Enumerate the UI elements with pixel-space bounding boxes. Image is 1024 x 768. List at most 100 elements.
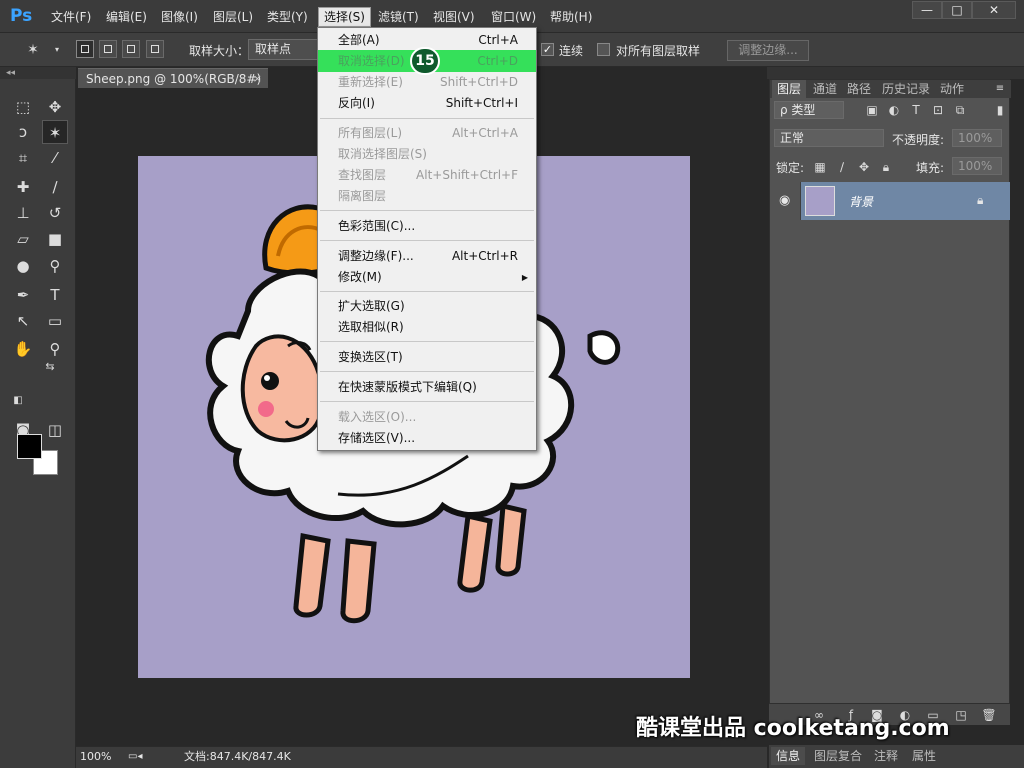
fill-input[interactable]: 100% bbox=[952, 157, 1002, 175]
menu-filter[interactable]: 滤镜(T) bbox=[373, 8, 424, 26]
submenu-arrow-icon: ▶ bbox=[521, 273, 528, 282]
intersect-selection-mode-button[interactable] bbox=[146, 40, 164, 58]
brush-tool-icon[interactable]: ∕ bbox=[42, 175, 68, 199]
foreground-color-swatch[interactable] bbox=[17, 434, 42, 459]
history-brush-tool-icon[interactable]: ↺ bbox=[42, 201, 68, 225]
tool-preset-chevron-icon[interactable]: ▾ bbox=[48, 41, 66, 59]
zoom-tool-icon[interactable]: ⚲ bbox=[42, 337, 68, 361]
tab-info[interactable]: 信息 bbox=[771, 747, 806, 765]
delete-layer-icon[interactable]: 🗑︎ bbox=[981, 707, 997, 723]
filter-adjustment-icon[interactable]: ◐ bbox=[886, 102, 902, 118]
pen-tool-icon[interactable]: ✒ bbox=[10, 283, 36, 307]
document-size-info[interactable]: 文档:847.4K/847.4K bbox=[184, 747, 291, 767]
swap-colors-icon[interactable]: ⇆ bbox=[42, 359, 58, 375]
menu-item-color-range[interactable]: 色彩范围(C)... bbox=[318, 216, 536, 237]
menu-item-grow[interactable]: 扩大选取(G) bbox=[318, 296, 536, 317]
menu-item-isolate-layers[interactable]: 隔离图层 bbox=[318, 186, 536, 207]
menu-item-find-layers[interactable]: 查找图层 Alt+Shift+Ctrl+F bbox=[318, 165, 536, 186]
menu-select[interactable]: 选择(S) bbox=[318, 7, 371, 27]
add-selection-mode-button[interactable] bbox=[99, 40, 117, 58]
subtract-selection-mode-button[interactable] bbox=[122, 40, 140, 58]
menu-type[interactable]: 类型(Y) bbox=[262, 8, 313, 26]
menu-item-all-layers[interactable]: 所有图层(L) Alt+Ctrl+A bbox=[318, 123, 536, 144]
maximize-button[interactable]: □ bbox=[942, 1, 972, 19]
lock-transparent-icon[interactable]: ▦ bbox=[812, 159, 828, 175]
tab-paths[interactable]: 路径 bbox=[842, 80, 876, 98]
new-layer-icon[interactable]: ◳ bbox=[953, 707, 969, 723]
menu-item-save-selection[interactable]: 存储选区(V)... bbox=[318, 428, 536, 449]
menu-help[interactable]: 帮助(H) bbox=[545, 8, 597, 26]
menu-window[interactable]: 窗口(W) bbox=[486, 8, 541, 26]
filter-smart-object-icon[interactable]: ⧉ bbox=[952, 102, 968, 118]
filter-shape-icon[interactable]: ⊡ bbox=[930, 102, 946, 118]
tab-history[interactable]: 历史记录 bbox=[877, 80, 935, 98]
toolbar-collapse-icon[interactable]: ◂◂ bbox=[0, 67, 76, 79]
menu-item-load-selection[interactable]: 载入选区(O)... bbox=[318, 407, 536, 428]
lock-image-icon[interactable]: ∕ bbox=[834, 159, 850, 175]
new-selection-mode-button[interactable] bbox=[76, 40, 94, 58]
panel-collapse-bar[interactable] bbox=[767, 67, 1024, 79]
tab-channels[interactable]: 通道 bbox=[808, 80, 842, 98]
lasso-tool-icon[interactable]: ↄ bbox=[10, 120, 36, 144]
blend-mode-select[interactable]: 正常 bbox=[774, 129, 884, 147]
lock-position-icon[interactable]: ✥ bbox=[856, 159, 872, 175]
crop-tool-icon[interactable]: ⌗ bbox=[10, 146, 36, 170]
filter-type-icon[interactable]: T bbox=[908, 102, 924, 118]
document-tab[interactable]: Sheep.png @ 100%(RGB/8#) * × bbox=[78, 68, 268, 106]
clone-stamp-tool-icon[interactable]: ⊥ bbox=[10, 201, 36, 225]
menu-image[interactable]: 图像(I) bbox=[156, 8, 203, 26]
gradient-tool-icon[interactable]: ■ bbox=[42, 227, 68, 251]
sample-all-layers-checkbox[interactable] bbox=[597, 43, 610, 56]
default-colors-icon[interactable]: ◧ bbox=[10, 393, 26, 409]
tab-notes[interactable]: 注释 bbox=[869, 747, 903, 765]
contiguous-checkbox[interactable]: ✓ bbox=[541, 43, 554, 56]
menu-item-refine-edge[interactable]: 调整边缘(F)... Alt+Ctrl+R bbox=[318, 246, 536, 267]
tab-properties[interactable]: 属性 bbox=[907, 747, 941, 765]
menu-item-inverse[interactable]: 反向(I) Shift+Ctrl+I bbox=[318, 93, 536, 114]
tab-layers[interactable]: 图层 bbox=[772, 80, 807, 98]
menu-layer[interactable]: 图层(L) bbox=[208, 8, 258, 26]
close-document-icon[interactable]: × bbox=[253, 69, 262, 89]
healing-brush-tool-icon[interactable]: ✚ bbox=[10, 175, 36, 199]
menu-item-modify[interactable]: 修改(M) ▶ bbox=[318, 267, 536, 288]
rectangle-tool-icon[interactable]: ▭ bbox=[42, 309, 68, 333]
move-tool-icon[interactable]: ✥ bbox=[42, 95, 68, 119]
eyedropper-tool-icon[interactable]: ⁄ bbox=[42, 146, 68, 170]
menu-view[interactable]: 视图(V) bbox=[428, 8, 480, 26]
blur-tool-icon[interactable]: ● bbox=[10, 254, 36, 278]
lock-all-icon[interactable]: 🔒︎ bbox=[878, 159, 894, 175]
rectangular-marquee-tool-icon[interactable]: ⬚ bbox=[10, 95, 36, 119]
close-button[interactable]: ✕ bbox=[972, 1, 1016, 19]
zoom-level[interactable]: 100% bbox=[80, 747, 111, 767]
menu-edit[interactable]: 编辑(E) bbox=[101, 8, 152, 26]
eraser-tool-icon[interactable]: ▱ bbox=[10, 227, 36, 251]
filter-toggle-icon[interactable]: ▮ bbox=[992, 102, 1008, 118]
menu-item-transform-selection[interactable]: 变换选区(T) bbox=[318, 347, 536, 368]
menu-file[interactable]: 文件(F) bbox=[46, 8, 96, 26]
layer-filter-kind-select[interactable]: ρ 类型 bbox=[774, 101, 844, 119]
sample-size-select[interactable]: 取样点 bbox=[248, 39, 320, 60]
menu-item-quick-mask[interactable]: 在快速蒙版模式下编辑(Q) bbox=[318, 377, 536, 398]
tab-actions[interactable]: 动作 bbox=[935, 80, 969, 98]
menu-item-deselect-layers[interactable]: 取消选择图层(S) bbox=[318, 144, 536, 165]
minimize-button[interactable]: — bbox=[912, 1, 942, 19]
dodge-tool-icon[interactable]: ⚲ bbox=[42, 254, 68, 278]
filter-pixel-icon[interactable]: ▣ bbox=[864, 102, 880, 118]
panel-menu-icon[interactable]: ≡ bbox=[992, 81, 1008, 97]
menu-item-reselect[interactable]: 重新选择(E) Shift+Ctrl+D bbox=[318, 72, 536, 93]
screen-mode-icon[interactable]: ◫ bbox=[42, 418, 68, 442]
magic-wand-tool-icon[interactable]: ✶ bbox=[42, 120, 68, 144]
layer-row-background[interactable]: ◉ 背景 🔒︎ bbox=[771, 182, 1010, 220]
info-panel-tabs: 信息 图层复合 注释 属性 bbox=[769, 745, 1024, 768]
type-tool-icon[interactable]: T bbox=[42, 283, 68, 307]
eye-icon[interactable]: ◉ bbox=[779, 193, 790, 208]
opacity-input[interactable]: 100% bbox=[952, 129, 1002, 147]
menu-item-similar[interactable]: 选取相似(R) bbox=[318, 317, 536, 338]
refine-edge-button[interactable]: 调整边缘... bbox=[727, 40, 809, 61]
magic-wand-icon[interactable]: ✶ bbox=[24, 41, 42, 59]
layer-name[interactable]: 背景 bbox=[849, 193, 873, 210]
watermark: 酷课堂出品 coolketang.com bbox=[636, 716, 950, 741]
path-selection-tool-icon[interactable]: ↖ bbox=[10, 309, 36, 333]
tab-layer-comps[interactable]: 图层复合 bbox=[809, 747, 867, 765]
hand-tool-icon[interactable]: ✋ bbox=[10, 337, 36, 361]
